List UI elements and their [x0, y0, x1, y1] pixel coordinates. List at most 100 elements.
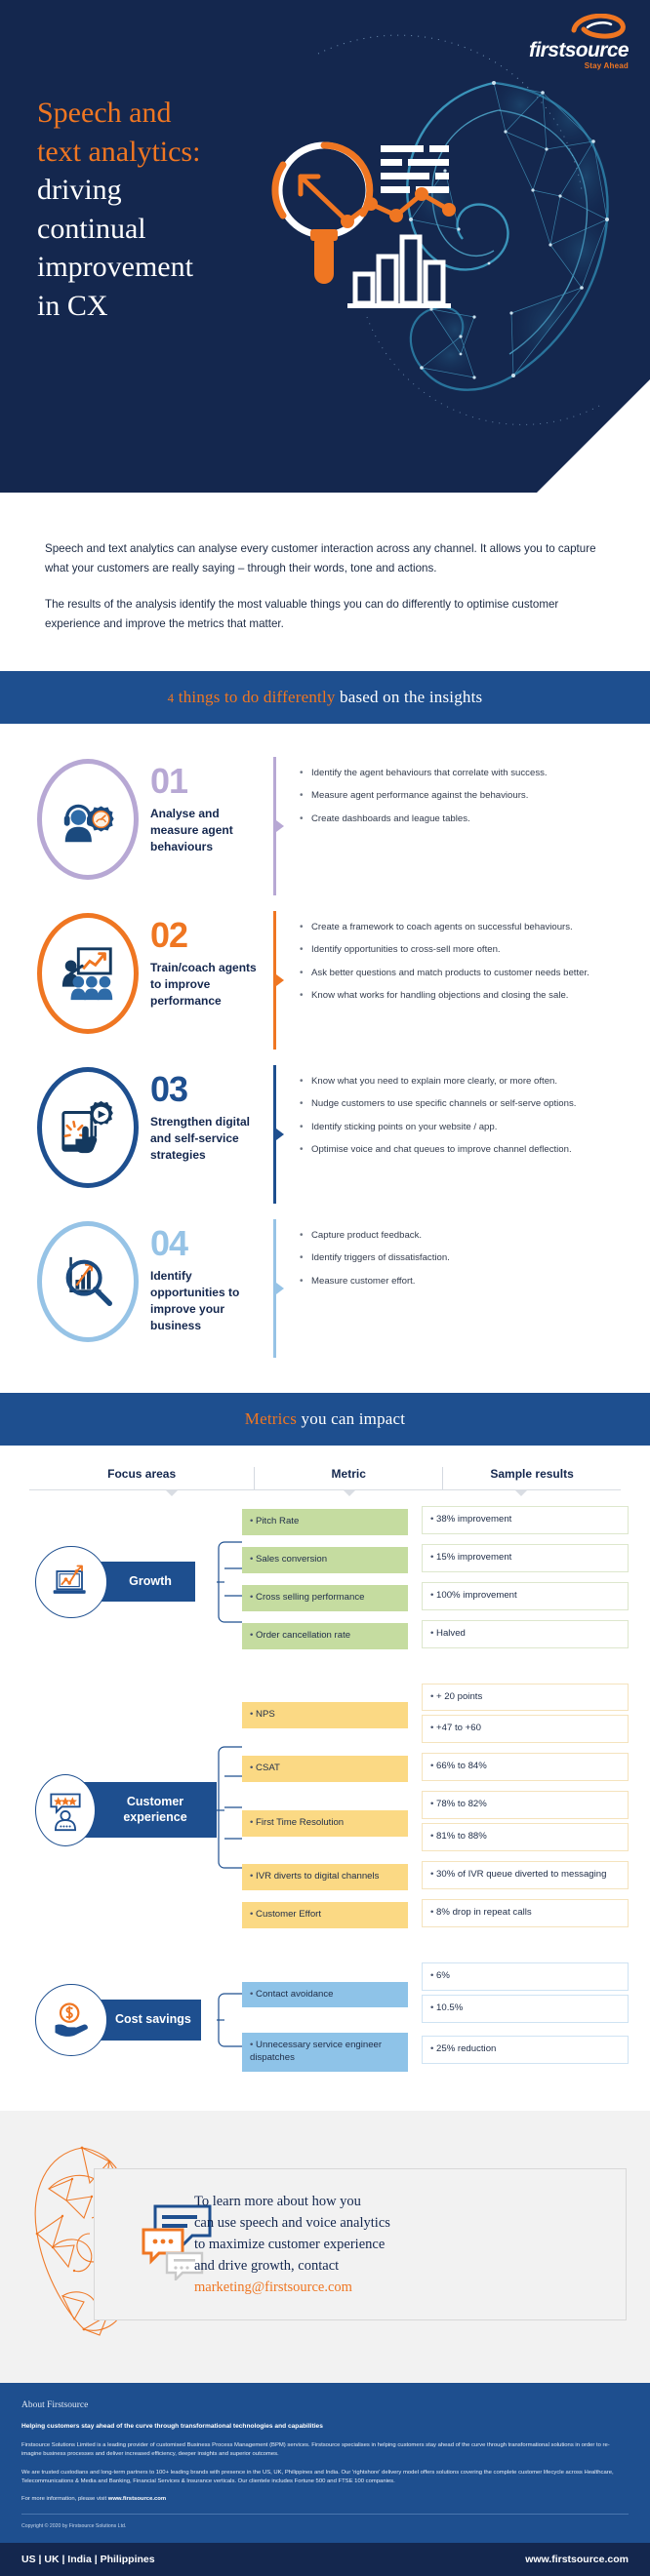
step-item: 03 Strengthen digital and self-service s…: [29, 1057, 621, 1211]
metric-row: Unnecessary service engineer dispatches …: [242, 2032, 629, 2072]
step-bullet: Know what you need to explain more clear…: [300, 1074, 615, 1089]
things-band-rest: based on the insights: [335, 687, 483, 706]
metric-group-connector: [217, 1506, 242, 1658]
hero-title-line-4: continual: [37, 212, 146, 245]
metric-result: 6%: [422, 1962, 629, 1991]
metrics-header-row: Focus areas Metric Sample results: [21, 1466, 629, 1489]
step-bullet: Measure agent performance against the be…: [300, 788, 615, 803]
step-number: 01: [150, 760, 188, 801]
metric-result: 100% improvement: [422, 1581, 629, 1610]
hero-title-line-6: in CX: [37, 289, 108, 322]
metrics-band-rest: you can impact: [297, 1408, 406, 1428]
metrics-band-accent: Metrics: [244, 1408, 298, 1428]
metric-name: Order cancellation rate: [242, 1622, 408, 1649]
metric-results: 38% improvement: [422, 1505, 629, 1538]
bottom-bar: US | UK | India | Philippines www.firsts…: [0, 2542, 650, 2576]
swirl-icon: [571, 14, 626, 39]
metric-row: Contact avoidance 6% 10.5%: [242, 1962, 629, 2027]
metric-rows: NPS + 20 points +47 to +60 CSAT 66% to 8…: [242, 1683, 629, 1938]
metric-group-icon-circle: [35, 1545, 107, 1618]
metric-group-icon-circle: [35, 1773, 97, 1846]
metric-result: 66% to 84%: [422, 1753, 629, 1782]
bottom-bar-regions: US | UK | India | Philippines: [21, 2553, 155, 2565]
column-header-sample-results: Sample results: [490, 1466, 574, 1481]
metric-result: 8% drop in repeat calls: [422, 1899, 629, 1928]
metric-row: CSAT 66% to 84%: [242, 1753, 629, 1785]
metric-results: 15% improvement: [422, 1543, 629, 1576]
step-number: 04: [150, 1222, 188, 1263]
metric-result: 30% of IVR queue diverted to messaging: [422, 1861, 629, 1890]
metric-result: 81% to 88%: [422, 1823, 629, 1852]
connector-lines: [217, 1993, 242, 2047]
training-presentation-icon: [61, 947, 113, 1000]
cta-section: To learn more about how you can use spee…: [0, 2110, 650, 2383]
step-number: 02: [150, 914, 188, 955]
step-bullet: Create a framework to coach agents on su…: [300, 920, 615, 934]
step-ring: [37, 758, 139, 880]
cta-inner: To learn more about how you can use spee…: [23, 2140, 627, 2350]
metric-name: Unnecessary service engineer dispatches: [242, 2032, 408, 2072]
step-item: 04 Identify opportunities to improve you…: [29, 1211, 621, 1366]
column-header-focus-areas: Focus areas: [107, 1466, 177, 1481]
metric-row: NPS + 20 points +47 to +60: [242, 1683, 629, 1748]
metric-name: Cross selling performance: [242, 1584, 408, 1611]
logo-tagline: Stay Ahead: [584, 61, 629, 70]
step-text-area: 01 Analyse and measure agent behaviours: [146, 749, 273, 855]
bottom-bar-website[interactable]: www.firstsource.com: [525, 2554, 629, 2565]
metric-name: Customer Effort: [242, 1902, 408, 1929]
footer-section: About Firstsource Helping customers stay…: [0, 2382, 650, 2543]
footer-copyright: Copyright © 2020 by Firstsource Solution…: [21, 2522, 127, 2529]
metric-name: Sales conversion: [242, 1546, 408, 1573]
metric-row: IVR diverts to digital channels 30% of I…: [242, 1861, 629, 1893]
metric-result: Halved: [422, 1619, 629, 1648]
customer-rating-stars-icon: [50, 1793, 81, 1831]
step-label: Train/coach agents to improve performanc…: [150, 960, 257, 1008]
cta-email-link[interactable]: marketing@firstsource.com: [194, 2279, 352, 2295]
metric-group-connector: [217, 1684, 242, 1938]
cta-line-4: and drive growth, contact: [194, 2258, 340, 2275]
metric-result: 78% to 82%: [422, 1791, 629, 1820]
metric-group-connector: [217, 1962, 242, 2078]
step-bullet: Ask better questions and match products …: [300, 966, 615, 980]
step-bullet: Nudge customers to use specific channels…: [300, 1096, 615, 1111]
metric-name: IVR diverts to digital channels: [242, 1864, 408, 1891]
metric-result: 38% improvement: [422, 1505, 629, 1534]
laptop-growth-chart-icon: [53, 1565, 86, 1594]
footer-title: About Firstsource: [21, 2399, 89, 2410]
step-divider: [273, 910, 284, 1050]
step-icon-area: [29, 749, 146, 880]
step-bullet: Capture product feedback.: [300, 1228, 615, 1243]
step-number: 03: [150, 1068, 188, 1109]
metric-result: 15% improvement: [422, 1543, 629, 1572]
metric-name: Pitch Rate: [242, 1508, 408, 1535]
metric-results: 6% 10.5%: [422, 1962, 629, 2027]
magnifier-bar-chart-icon: [65, 1256, 112, 1306]
metric-result: +47 to +60: [422, 1715, 629, 1744]
metric-results: 66% to 84%: [422, 1753, 629, 1785]
intro-paragraph-1: Speech and text analytics can analyse ev…: [45, 542, 596, 575]
step-bullet: Create dashboards and league tables.: [300, 812, 615, 826]
logo-wordmark: firstsource: [529, 39, 630, 61]
step-bullet: Identify sticking points on your website…: [300, 1120, 615, 1134]
metric-results: 25% reduction: [422, 2036, 629, 2068]
metric-group-growth: Growth Pitch Rate 38% improvement Sales: [21, 1505, 629, 1658]
step-bullets: Identify the agent behaviours that corre…: [276, 749, 621, 835]
step-bullet: Identify triggers of dissatisfaction.: [300, 1250, 615, 1265]
metric-group-cost-savings: Cost savings Contact avoidance 6% 10.5%: [21, 1962, 629, 2078]
step-bullets: Capture product feedback. Identify trigg…: [276, 1211, 621, 1297]
metric-group-label-area: Cost savings: [21, 1983, 217, 2056]
step-label: Strengthen digital and self-service stra…: [150, 1114, 250, 1162]
hero-ear-network-illustration: [271, 34, 609, 425]
steps-section: 01 Analyse and measure agent behaviours …: [0, 724, 650, 1393]
metric-results: 78% to 82% 81% to 88%: [422, 1791, 629, 1855]
cta-text: To learn more about how you can use spee…: [188, 2191, 610, 2298]
connector-lines: [217, 1541, 242, 1623]
column-header-metric: Metric: [254, 1466, 444, 1489]
metric-group-customer-experience: Customer experience NPS + 20 points +47 …: [21, 1683, 629, 1938]
metric-group-label-area: Growth: [21, 1545, 217, 1618]
step-bullets: Know what you need to explain more clear…: [276, 1057, 621, 1167]
step-icon-area: [29, 1211, 146, 1342]
step-divider: [273, 756, 284, 895]
step-divider: [273, 1064, 284, 1204]
metric-result: 25% reduction: [422, 2036, 629, 2065]
